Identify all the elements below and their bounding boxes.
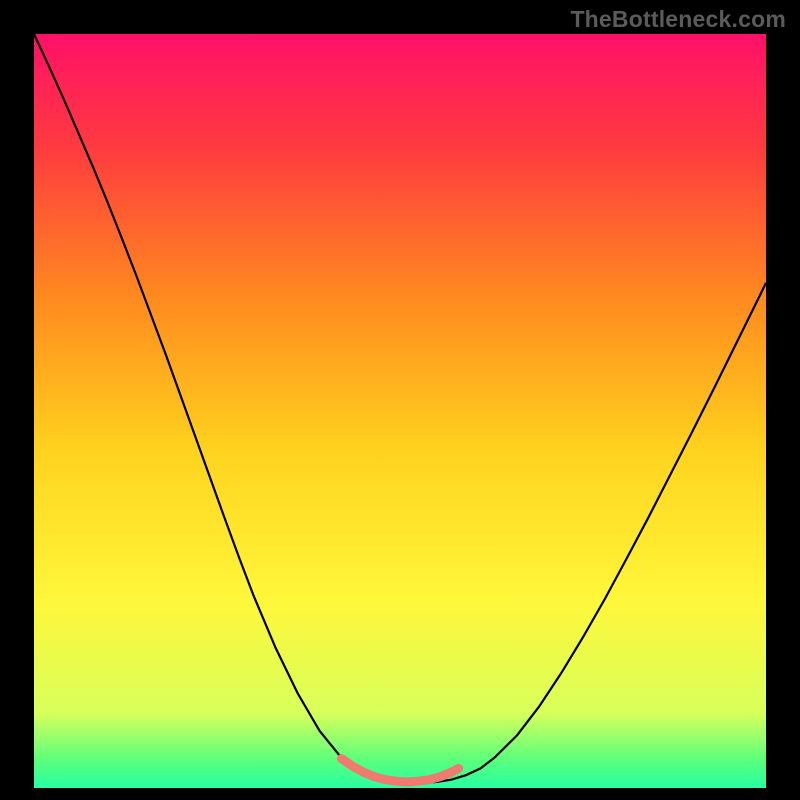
bottleneck-chart: [0, 0, 800, 800]
chart-frame: TheBottleneck.com: [0, 0, 800, 800]
watermark-text: TheBottleneck.com: [570, 6, 786, 33]
gradient-background: [34, 34, 766, 788]
